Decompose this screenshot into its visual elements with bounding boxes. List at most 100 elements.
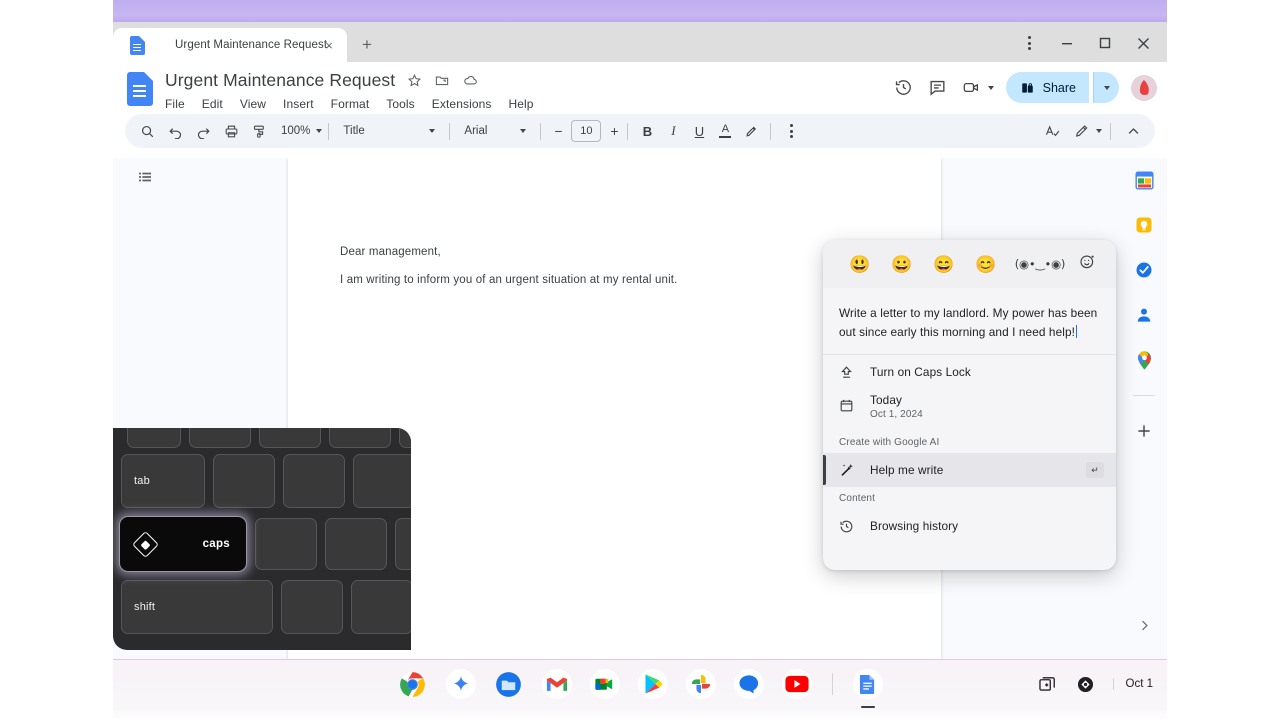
maximize-button[interactable] [1087,28,1123,58]
font-family-select[interactable]: Arial [456,118,534,144]
move-to-folder-icon[interactable] [434,73,450,88]
meet-caret-icon[interactable] [987,85,994,90]
more-toolbar-options-button[interactable] [777,117,805,145]
paint-format-icon[interactable] [245,117,273,145]
menu-view[interactable]: View [240,97,266,111]
shelf-app-google-photos[interactable] [685,669,716,699]
menu-item-today[interactable]: Today Oct 1, 2024 [823,389,1116,431]
share-button[interactable]: Share [1005,72,1089,103]
shelf-app-google-play[interactable] [637,669,668,699]
docs-header: Urgent Maintenance Request File Edit Vie… [113,62,1167,114]
gemini-icon [453,676,468,691]
keyboard-key-shift[interactable]: shift [121,580,273,634]
italic-button[interactable]: I [660,118,686,144]
menu-file[interactable]: File [165,97,185,111]
menu-help[interactable]: Help [508,97,533,111]
share-dropdown-button[interactable] [1093,72,1119,103]
menu-format[interactable]: Format [331,97,370,111]
avatar[interactable] [1131,74,1157,101]
shelf-clock-date[interactable]: Oct 1 [1112,678,1153,690]
shelf-app-chrome[interactable] [398,669,428,699]
desks-overview-button[interactable] [1037,673,1059,695]
divider [449,122,451,140]
divider [1133,395,1155,396]
shelf-app-google-meet[interactable] [589,669,620,699]
launcher-button[interactable] [1075,673,1097,695]
print-icon[interactable] [217,117,245,145]
shelf-app-files[interactable] [494,669,524,699]
undo-icon[interactable] [161,117,189,145]
paragraph-style-select[interactable]: Title [335,118,443,144]
close-icon[interactable]: × [321,37,337,53]
menu-extensions[interactable]: Extensions [432,97,492,111]
version-history-button[interactable] [889,73,919,103]
google-calendar-icon[interactable] [1132,168,1156,192]
google-docs-icon [859,674,875,694]
emoji-suggestion[interactable]: 😀 [881,256,923,273]
font-size-increase-button[interactable]: + [607,124,621,138]
add-panel-button[interactable] [1132,419,1156,443]
emoji-picker-icon[interactable] [1074,253,1100,275]
section-header-google-ai: Create with Google AI [839,437,940,449]
comment-button[interactable] [923,73,953,103]
emoji-suggestion[interactable]: 😃 [839,256,881,273]
keyboard-key-tab[interactable]: tab [121,454,205,508]
keyboard-key [259,428,321,448]
expand-panel-button[interactable] [1138,619,1151,635]
keyboard-key [399,428,411,448]
compose-field[interactable]: Write a letter to my landlord. My power … [823,288,1116,356]
emoji-suggestion[interactable]: 😊 [965,256,1007,273]
font-size-stepper: − 10 + [551,120,621,142]
meet-camera-button[interactable] [957,73,987,103]
divider [831,673,833,695]
zoom-control[interactable]: 100% [277,125,323,137]
shelf-app-gemini[interactable] [445,669,476,699]
menu-item-browsing-history[interactable]: Browsing history [823,509,1116,543]
history-icon [839,516,865,536]
browser-tab[interactable]: Urgent Maintenance Request × [113,28,347,62]
font-size-input[interactable]: 10 [571,120,602,142]
menu-tools[interactable]: Tools [386,97,415,111]
compose-text: Write a letter to my landlord. My power … [839,306,1098,340]
google-contacts-icon[interactable] [1132,303,1156,327]
cloud-saved-icon[interactable] [462,73,479,88]
page-title[interactable]: Urgent Maintenance Request [165,70,395,91]
document-title-row: Urgent Maintenance Request [165,68,534,92]
text-color-button[interactable]: A [712,118,738,144]
chevron-down-icon [520,129,527,133]
menu-item-caps-lock[interactable]: Turn on Caps Lock [823,355,1116,389]
editing-mode-button[interactable] [1068,117,1096,145]
shelf-app-youtube[interactable] [781,669,812,699]
shelf-app-google-docs[interactable] [852,669,883,708]
text-color-swatch [719,135,732,139]
redo-icon[interactable] [189,117,217,145]
highlight-button[interactable] [738,118,764,144]
keyboard-key-label: shift [134,601,156,613]
shelf-app-gmail[interactable] [541,669,572,699]
spelling-check-button[interactable] [1038,117,1066,145]
menu-edit[interactable]: Edit [202,97,223,111]
star-icon[interactable] [407,73,422,88]
emoji-suggestion[interactable]: 😄 [923,256,965,273]
menu-item-help-me-write[interactable]: Help me write ↵ [823,453,1116,488]
close-window-button[interactable] [1125,28,1161,58]
google-keep-icon[interactable] [1132,213,1156,237]
minimize-button[interactable] [1049,28,1085,58]
bold-button[interactable]: B [634,118,660,144]
underline-button[interactable]: U [686,118,712,144]
menu-insert[interactable]: Insert [283,97,314,111]
google-maps-icon[interactable] [1132,348,1156,372]
shelf-app-google-messages[interactable] [733,669,764,699]
collapse-toolbar-button[interactable] [1119,117,1147,145]
kaomoji-suggestion[interactable]: (◉•‿•◉) [1007,257,1073,271]
document-outline-icon[interactable] [137,170,153,191]
google-tasks-icon[interactable] [1132,258,1156,282]
minimize-icon [1062,43,1072,45]
new-tab-button[interactable]: + [353,30,381,58]
search-icon[interactable] [133,117,161,145]
font-size-decrease-button[interactable]: − [551,124,565,138]
google-play-icon [645,674,662,694]
keyboard-key-caps[interactable]: caps [119,516,247,572]
editing-mode-caret-icon[interactable] [1096,129,1102,133]
browser-menu-button[interactable] [1011,28,1047,58]
